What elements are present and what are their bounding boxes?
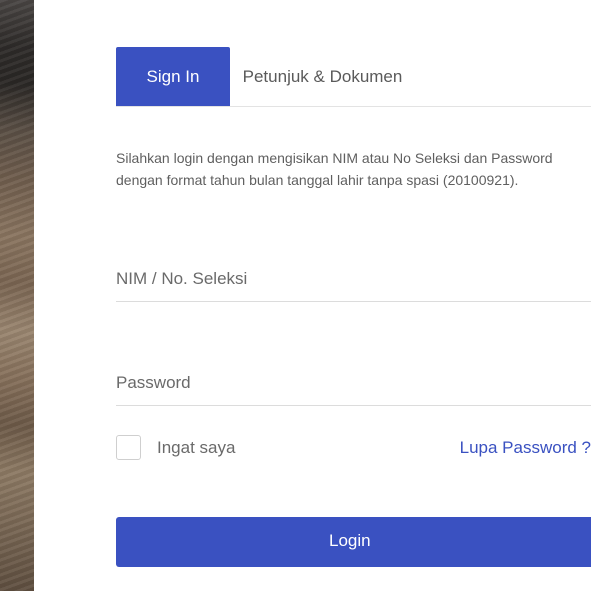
tab-petunjuk-dokumen-label: Petunjuk & Dokumen <box>242 66 403 86</box>
tab-petunjuk-dokumen[interactable]: Petunjuk & Dokumen <box>230 47 415 106</box>
remember-label: Ingat saya <box>157 438 236 457</box>
password-input[interactable] <box>116 361 591 406</box>
login-instructions: Silahkan login dengan mengisikan NIM ata… <box>116 150 553 188</box>
tab-bar: Sign In Petunjuk & Dokumen <box>116 47 591 107</box>
remember-checkbox[interactable] <box>116 435 141 460</box>
photo-gap <box>34 0 42 591</box>
login-button-label: Login <box>329 531 371 550</box>
background-photo <box>0 0 34 591</box>
tab-sign-in-label: Sign In <box>146 66 200 86</box>
tab-sign-in[interactable]: Sign In <box>116 47 230 106</box>
login-button[interactable]: Login <box>116 517 591 567</box>
forgot-password-link[interactable]: Lupa Password ? <box>460 438 591 458</box>
login-page: Sign In Petunjuk & Dokumen Silahkan logi… <box>0 0 591 591</box>
nim-input[interactable] <box>116 257 591 302</box>
